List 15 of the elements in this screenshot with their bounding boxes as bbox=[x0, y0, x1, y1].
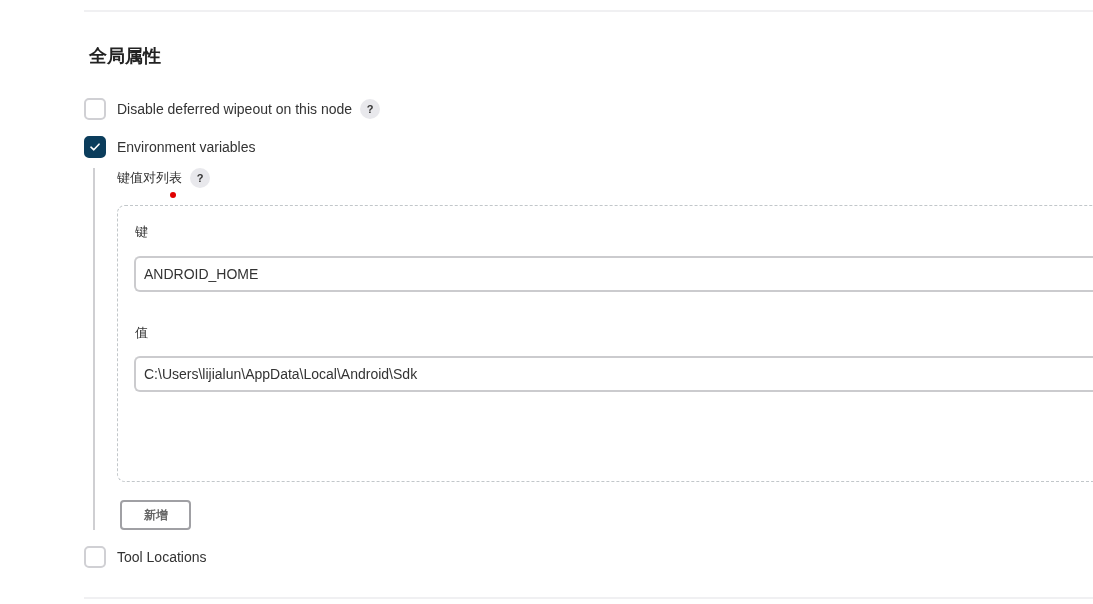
field-label: 键值对列表 bbox=[117, 169, 182, 187]
marker-dot-icon bbox=[170, 192, 176, 198]
checkbox[interactable] bbox=[84, 136, 106, 158]
help-button[interactable]: ? bbox=[360, 99, 381, 119]
checkbox-label: Tool Locations bbox=[117, 548, 207, 566]
help-button[interactable]: ? bbox=[190, 168, 210, 188]
input-field[interactable]: ANDROID_HOME bbox=[134, 256, 1093, 292]
checkmark-icon bbox=[90, 143, 100, 151]
field-label: 键 bbox=[135, 223, 148, 241]
checkbox-label: Disable deferred wipeout on this node bbox=[117, 100, 353, 118]
input-field[interactable]: C:\Users\lijialun\AppData\Local\Android\Sdk bbox=[134, 356, 1093, 392]
checkbox-label: Environment variables bbox=[117, 138, 256, 156]
add-button[interactable]: 新增 bbox=[120, 500, 191, 530]
section-title: 全局属性 bbox=[89, 45, 161, 68]
field-label: 值 bbox=[135, 324, 148, 342]
